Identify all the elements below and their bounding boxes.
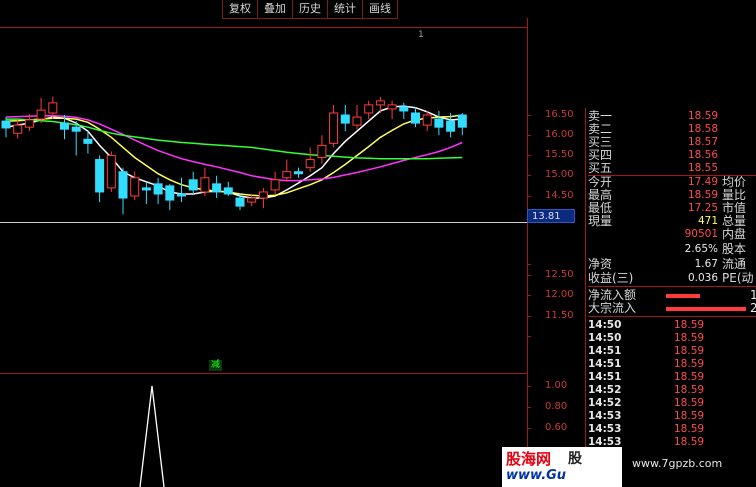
- candlestick: [200, 167, 210, 196]
- candlestick-chart[interactable]: [0, 20, 527, 225]
- net-inflow-bar: [666, 294, 700, 298]
- y-tick: [527, 428, 531, 429]
- candlestick: [13, 119, 23, 139]
- sub2-tick-label: 0.60: [545, 422, 568, 433]
- y-tick: [527, 275, 531, 276]
- candlestick: [411, 106, 420, 128]
- sub1-tick-label: 12.50: [545, 269, 574, 280]
- moving-average-line: [6, 118, 463, 160]
- indicator-spike: [139, 385, 165, 487]
- candlestick: [294, 167, 303, 178]
- y-tick: [527, 295, 531, 296]
- candlestick: [71, 121, 81, 156]
- indicator-chart[interactable]: [0, 374, 527, 487]
- block-inflow-bar: [666, 307, 746, 311]
- y-tick-label: 16.50: [545, 109, 574, 120]
- moving-average-line: [5, 105, 463, 199]
- candlestick: [95, 155, 105, 203]
- statistics-button[interactable]: 统计: [327, 0, 362, 18]
- candlestick: [399, 102, 409, 120]
- candlestick: [36, 97, 46, 124]
- candlestick: [177, 177, 186, 203]
- candlestick: [118, 167, 128, 215]
- chart-toolbar: 复权 叠加 历史 统计 画线: [222, 0, 398, 19]
- sub2-tick-label: 1.00: [545, 380, 568, 391]
- quote-separator: [585, 108, 586, 448]
- quote-divider: [588, 286, 756, 287]
- y-tick: [527, 386, 531, 387]
- candlestick: [317, 135, 327, 164]
- watermark-site-url: www.Gu: [506, 468, 567, 483]
- y-tick-label: 15.00: [545, 169, 574, 180]
- candlestick: [340, 104, 350, 132]
- watermark-url: www.7gpzb.com: [632, 457, 723, 470]
- restore-rights-button[interactable]: 复权: [222, 0, 257, 18]
- candlestick: [223, 181, 233, 196]
- candlestick: [212, 175, 222, 199]
- y-tick: [527, 175, 531, 176]
- y-tick: [527, 264, 531, 265]
- y-tick-label: 16.00: [545, 129, 574, 140]
- watermark-site-name: 股海网: [506, 450, 552, 468]
- watermark-site-suffix: 股: [568, 451, 582, 467]
- candlestick: [1, 117, 11, 138]
- candlestick: [457, 112, 467, 136]
- candlestick: [305, 147, 315, 172]
- moving-average-line: [5, 115, 463, 182]
- candlestick: [270, 171, 280, 194]
- y-tick: [527, 336, 531, 337]
- y-tick: [527, 115, 531, 116]
- candlestick: [364, 100, 374, 120]
- candlestick: [258, 187, 268, 209]
- history-button[interactable]: 历史: [292, 0, 327, 18]
- candlestick: [188, 171, 198, 194]
- quote-divider: [588, 316, 756, 317]
- y-tick: [527, 135, 531, 136]
- candlestick: [141, 181, 151, 205]
- y-tick: [527, 196, 531, 197]
- site-watermark-logo: 股海网 股 www.Gu: [502, 447, 622, 487]
- candlestick: [329, 104, 339, 148]
- candlestick: [106, 151, 116, 192]
- y-tick: [527, 155, 531, 156]
- draw-line-button[interactable]: 画线: [362, 0, 398, 18]
- y-tick: [527, 407, 531, 408]
- overlay-button[interactable]: 叠加: [257, 0, 292, 18]
- sub1-tick-label: 12.00: [545, 289, 574, 300]
- candlestick: [282, 159, 292, 182]
- y-tick: [527, 316, 531, 317]
- sub2-tick-label: 0.80: [545, 401, 568, 412]
- candlestick: [387, 100, 397, 120]
- candlestick: [352, 104, 362, 130]
- cursor-price-label: 13.81: [527, 209, 575, 223]
- candlestick: [422, 110, 432, 132]
- candlestick: [153, 177, 163, 205]
- signal-label: 减: [209, 360, 223, 371]
- y-tick-label: 15.50: [545, 149, 574, 160]
- sub1-tick-label: 11.50: [545, 310, 574, 321]
- candlestick: [165, 183, 175, 211]
- candlestick: [434, 110, 444, 136]
- y-tick-label: 14.50: [545, 190, 574, 201]
- axis-separator: [527, 18, 528, 487]
